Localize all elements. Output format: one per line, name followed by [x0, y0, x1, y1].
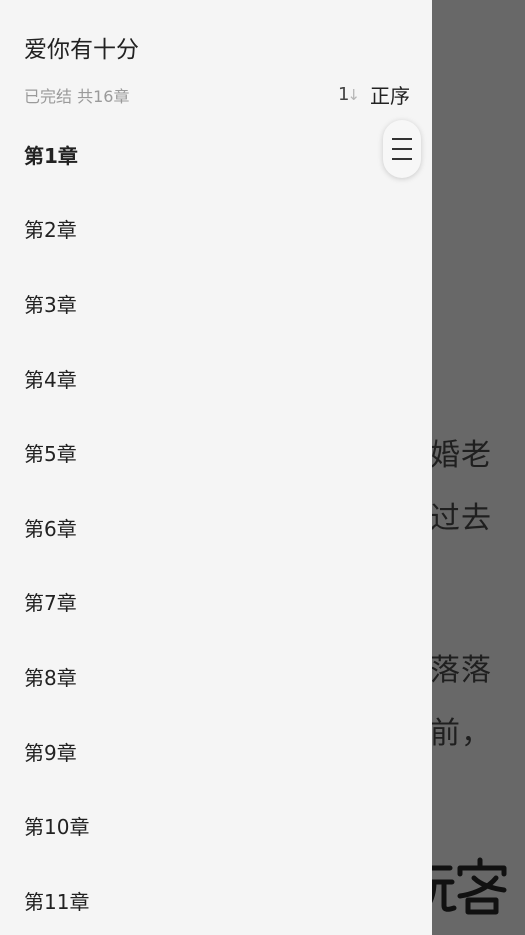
chapter-item[interactable]: 第11章: [0, 863, 432, 935]
chapter-item[interactable]: 第8章: [0, 639, 432, 714]
chapter-item[interactable]: 第2章: [0, 192, 432, 267]
book-title: 爱你有十分: [24, 37, 139, 63]
handle-line: [392, 148, 412, 150]
fast-scroll-handle[interactable]: [383, 120, 421, 178]
chapter-item[interactable]: 第5章: [0, 415, 432, 490]
chapter-item[interactable]: 第4章: [0, 341, 432, 416]
chapter-item[interactable]: 第6章: [0, 490, 432, 565]
sort-toggle-button[interactable]: 1↓ 正序: [338, 80, 410, 109]
reader-page-background: 婚老 过去 落落 前，: [432, 0, 525, 935]
handle-line: [392, 138, 412, 140]
handle-line: [392, 158, 412, 160]
sort-label: 正序: [370, 84, 410, 108]
reader-text-line: 过去: [432, 501, 492, 536]
reader-text-line: 婚老: [432, 438, 492, 473]
chapter-item[interactable]: 第7章: [0, 565, 432, 640]
chapter-item[interactable]: 第3章: [0, 266, 432, 341]
reader-text-line: 前，: [432, 716, 492, 751]
sort-order-icon: 1↓: [337, 84, 360, 105]
chapter-item-current[interactable]: 第1章: [0, 117, 432, 192]
chapter-drawer: 爱你有十分 已完结 共16章 1↓ 正序 第1章 第2章 第3章 第4章 第5章…: [0, 0, 432, 935]
chapter-item[interactable]: 第10章: [0, 788, 432, 863]
chapter-item[interactable]: 第9章: [0, 714, 432, 789]
reader-text-line: 落落: [432, 653, 492, 688]
book-status: 已完结 共16章: [24, 87, 130, 106]
chapter-list: 第1章 第2章 第3章 第4章 第5章 第6章 第7章 第8章 第9章 第10章…: [0, 117, 432, 935]
